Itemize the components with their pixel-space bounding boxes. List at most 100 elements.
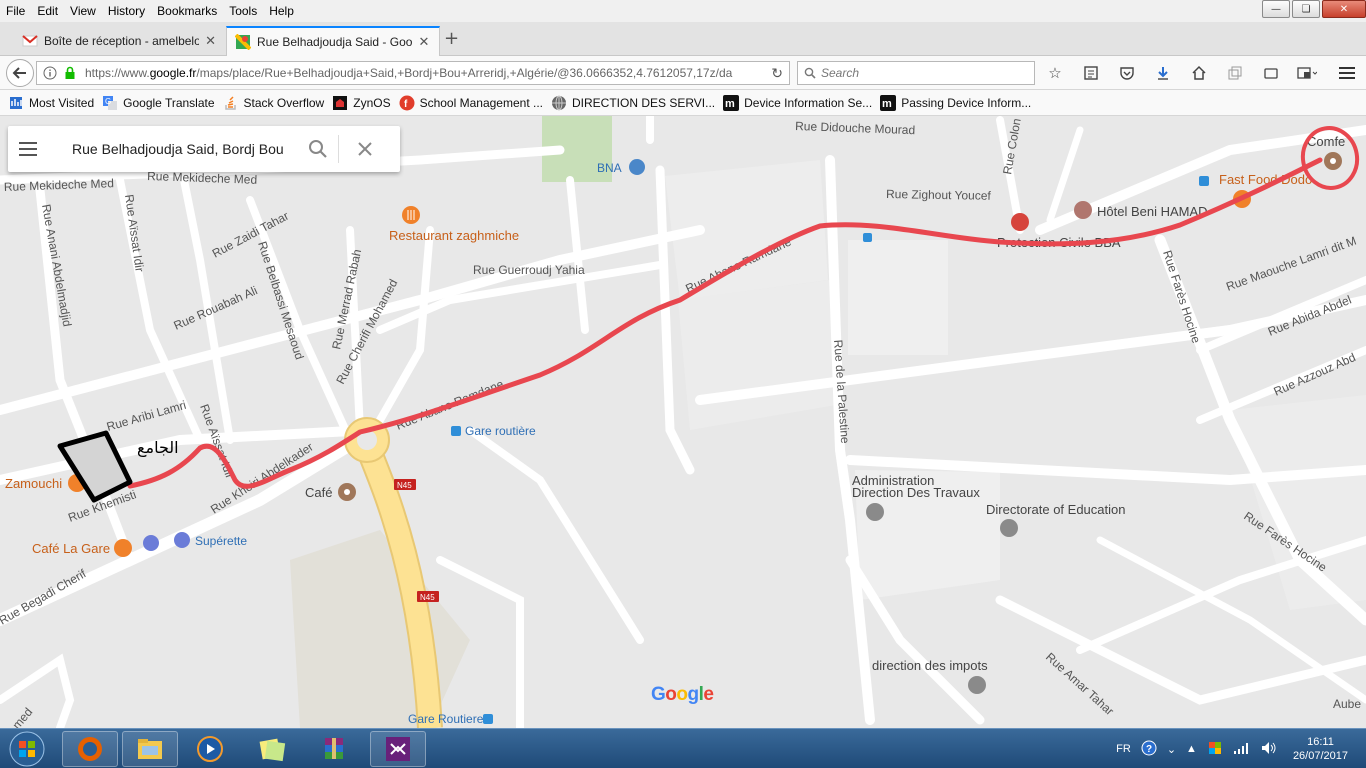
bookmark-stack-overflow[interactable]: Stack Overflow	[223, 95, 324, 111]
bus-icon	[483, 714, 493, 724]
window-icon[interactable]	[1260, 62, 1282, 84]
bookmark-most-visited[interactable]: Most Visited	[8, 95, 94, 111]
tab-close-icon[interactable]: ✕	[418, 34, 429, 50]
restore-button[interactable]: ❏	[1292, 0, 1320, 18]
hamburger-menu-icon[interactable]	[1336, 62, 1358, 84]
menu-view[interactable]: View	[64, 4, 102, 18]
menu-history[interactable]: History	[102, 4, 151, 18]
poi-label: Zamouchi	[5, 476, 62, 491]
google-logo: Google	[651, 684, 714, 705]
bookmark-star-icon[interactable]: ☆	[1044, 62, 1066, 84]
svg-text:N45: N45	[397, 481, 412, 490]
bookmark-device-information[interactable]: m Device Information Se...	[723, 94, 872, 111]
street-label: Rue Guerroudj Yahia	[473, 263, 585, 277]
keyboard-options-icon[interactable]: ⌄	[1167, 743, 1176, 756]
bookmark-passing-device-information[interactable]: m Passing Device Inform...	[880, 94, 1031, 111]
bus-stop-icon[interactable]	[863, 233, 872, 242]
url-prefix: https://www.	[85, 66, 150, 80]
back-button[interactable]	[6, 59, 34, 87]
minimize-button[interactable]: —	[1262, 0, 1290, 18]
poi-label: Café	[305, 485, 332, 500]
bookmark-label: School Management ...	[419, 95, 543, 110]
map-menu-button[interactable]	[8, 126, 48, 172]
bookmark-zynos[interactable]: ZynOS	[332, 95, 391, 111]
pocket-icon[interactable]	[1116, 62, 1138, 84]
reload-icon[interactable]: ↻	[771, 65, 783, 82]
hamburger-icon	[19, 142, 37, 156]
show-hidden-icons[interactable]: ▲	[1186, 743, 1197, 755]
minimize-icon: —	[1271, 3, 1281, 15]
menu-tools[interactable]: Tools	[223, 4, 263, 18]
start-button[interactable]	[4, 730, 50, 768]
taskbar-visual-studio[interactable]	[370, 731, 426, 767]
poi-gare-routiere-bottom[interactable]: Gare Routiere	[408, 712, 493, 726]
government-icon	[1000, 519, 1018, 537]
window-controls: — ❏ ✕	[1260, 0, 1366, 20]
close-window-button[interactable]: ✕	[1322, 0, 1366, 18]
close-icon: ✕	[1339, 3, 1349, 15]
url-bar[interactable]: https://www.google.fr/maps/place/Rue+Bel…	[36, 61, 790, 85]
poi-cafe-la-gare[interactable]: Café La Gare	[32, 539, 132, 557]
government-icon	[1011, 213, 1029, 231]
info-icon[interactable]	[43, 66, 57, 80]
taskbar-notes[interactable]	[244, 731, 300, 767]
language-indicator[interactable]: FR	[1116, 743, 1131, 755]
map-canvas[interactable]: N45 N45 Rue Didouche Mourad Rue Mekidech…	[0, 116, 1366, 728]
menu-file[interactable]: File	[0, 4, 31, 18]
screenshot-icon[interactable]	[1296, 62, 1318, 84]
map-svg[interactable]: N45 N45 Rue Didouche Mourad Rue Mekidech…	[0, 116, 1366, 728]
tab-title: Rue Belhadjoudja Said - Goo	[257, 35, 413, 49]
volume-icon[interactable]	[1261, 741, 1277, 758]
bookmark-school-management[interactable]: f School Management ...	[399, 95, 543, 111]
government-icon	[968, 676, 986, 694]
menu-help[interactable]: Help	[263, 4, 300, 18]
toolbar-icons: ☆	[1044, 62, 1366, 84]
taskbar-winrar[interactable]	[306, 731, 362, 767]
bookmark-direction-des-services[interactable]: DIRECTION DES SERVI...	[551, 95, 715, 111]
tab-close-icon[interactable]: ✕	[205, 33, 216, 49]
action-center-flag-icon[interactable]	[1207, 740, 1223, 759]
tab-title: Boîte de réception - amelbelo	[44, 34, 200, 48]
taskbar-file-explorer[interactable]	[122, 731, 178, 767]
home-icon[interactable]	[1188, 62, 1210, 84]
new-tab-button[interactable]: +	[444, 28, 459, 49]
poi-label: BNA	[597, 161, 622, 175]
clock-date: 26/07/2017	[1292, 750, 1348, 762]
tab-google-maps[interactable]: Rue Belhadjoudja Said - Goo ✕	[226, 26, 440, 56]
search-input[interactable]: Search	[797, 61, 1035, 85]
network-signal-icon[interactable]	[1233, 741, 1251, 758]
bookmark-label: Google Translate	[123, 95, 215, 110]
winrar-icon	[325, 738, 343, 759]
poi-label: Gare Routiere	[408, 712, 484, 726]
menu-bookmarks[interactable]: Bookmarks	[151, 4, 223, 18]
m-icon: m	[880, 94, 897, 111]
tab-gmail[interactable]: Boîte de réception - amelbelo ✕	[14, 26, 224, 56]
svg-text:m: m	[882, 98, 892, 110]
poi-cafe[interactable]: Café	[305, 483, 356, 501]
download-icon[interactable]	[1152, 62, 1174, 84]
system-clock[interactable]: 16:11 26/07/2017	[1293, 735, 1348, 763]
map-search-input[interactable]: Rue Belhadjoudja Said, Bordj Bou	[72, 141, 298, 157]
bookmark-google-translate[interactable]: G Google Translate	[102, 95, 215, 111]
hotel-icon	[1074, 201, 1092, 219]
sync-tabs-icon[interactable]	[1224, 62, 1246, 84]
taskbar-media-player[interactable]	[182, 731, 238, 767]
firefox-icon	[78, 737, 102, 761]
school-icon: f	[399, 95, 415, 110]
menu-bar: File Edit View History Bookmarks Tools H…	[0, 0, 1366, 22]
bookmarks-bar: Most Visited G Google Translate Stack Ov…	[0, 90, 1366, 116]
menu-edit[interactable]: Edit	[31, 4, 64, 18]
poi-bna[interactable]: BNA	[597, 159, 645, 175]
bank-icon	[629, 159, 645, 175]
map-clear-button[interactable]	[339, 141, 391, 157]
help-icon[interactable]: ?	[1141, 740, 1157, 759]
back-arrow-icon	[12, 67, 26, 79]
zynos-icon	[333, 95, 348, 110]
poi-zamouchi[interactable]: Zamouchi	[5, 474, 86, 492]
taskbar-firefox[interactable]	[62, 731, 118, 767]
map-search-button[interactable]	[298, 139, 338, 159]
shopping-cart-icon	[143, 535, 159, 551]
notes-icon	[259, 738, 286, 762]
reading-list-icon[interactable]	[1080, 62, 1102, 84]
road-badge-n45: N45	[417, 591, 439, 602]
